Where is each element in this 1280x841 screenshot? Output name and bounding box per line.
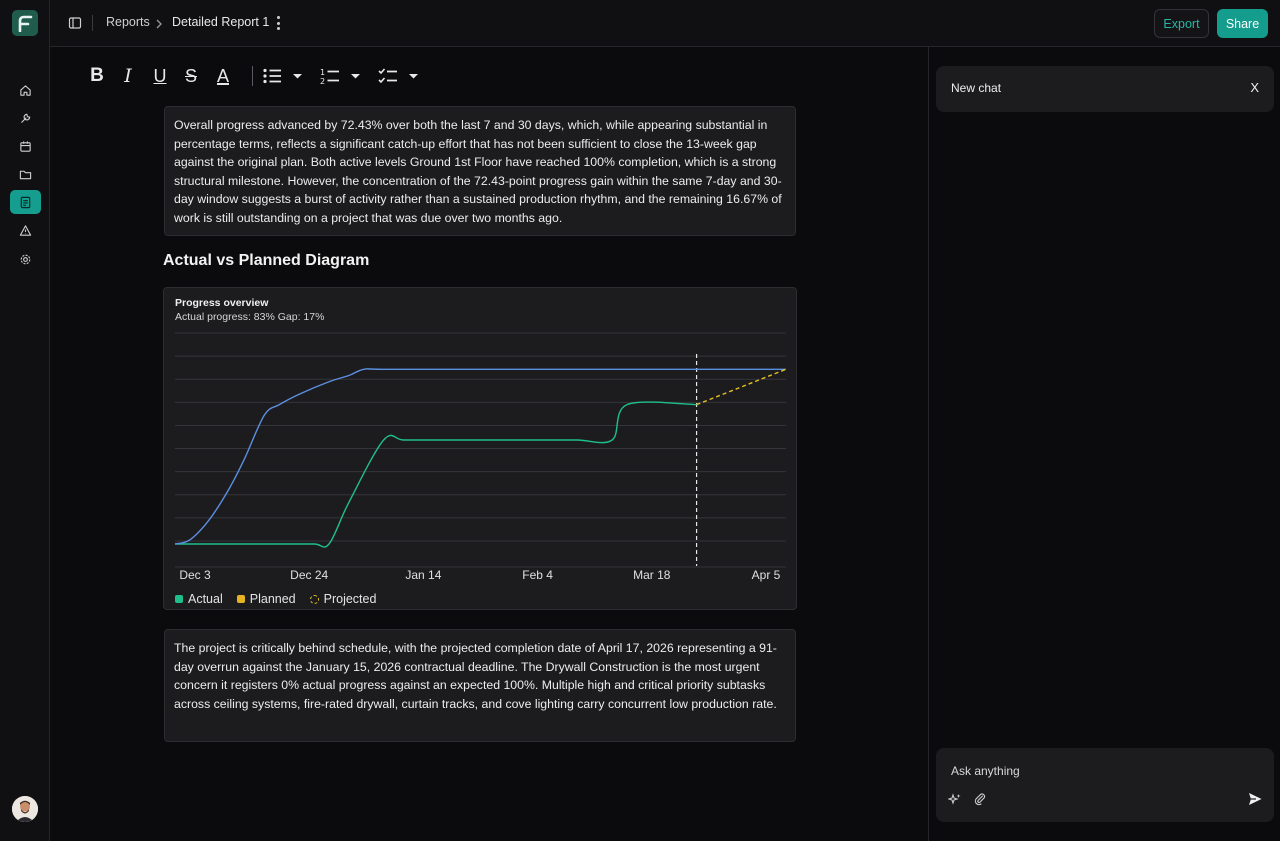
legend-label: Projected [323,592,377,606]
x-tick-label: Feb 4 [522,568,553,582]
attach-icon[interactable] [973,792,987,806]
top-header: Reports Detailed Report 1 Export Share [50,0,1280,47]
legend-label: Planned [249,592,296,606]
app-logo-icon[interactable] [12,10,38,36]
app-root: Reports Detailed Report 1 Export Share B… [0,0,1280,841]
warning-icon[interactable] [10,218,41,242]
numbered-list-button[interactable]: 12 [320,63,362,89]
summary-paragraph: Overall progress advanced by 72.43% over… [174,118,782,225]
legend-item-projected: Projected [309,592,377,606]
sparkles-icon[interactable] [947,792,962,806]
settings-icon[interactable] [10,247,41,271]
checklist-button[interactable] [378,63,420,89]
text-color-button[interactable]: A [212,63,234,89]
italic-button[interactable]: I [118,63,138,89]
avatar[interactable] [12,796,38,822]
chat-input[interactable]: Ask anything [951,764,1020,778]
series-line-actual [174,401,697,548]
sidebar-toggle-icon[interactable] [68,16,82,30]
summary-paragraph-card[interactable]: Overall progress advanced by 72.43% over… [164,106,796,236]
legend-swatch [309,594,319,604]
calendar-icon[interactable] [10,134,41,158]
home-icon[interactable] [10,78,41,102]
send-icon[interactable] [1247,791,1263,807]
strikethrough-button[interactable]: S [180,63,202,89]
report-icon[interactable] [10,190,41,214]
close-chat-button[interactable]: X [1250,80,1259,95]
wrench-icon[interactable] [10,106,41,130]
more-options-icon[interactable] [272,14,284,32]
export-button[interactable]: Export [1154,9,1209,38]
legend-swatch [175,595,183,603]
x-tick-label: Mar 18 [633,568,671,582]
x-tick-label: Jan 14 [405,568,441,582]
legend-item-planned: Planned [236,592,296,606]
chat-input-box[interactable]: Ask anything [936,748,1274,822]
bullet-list-button[interactable] [262,63,304,89]
series-line-projected [696,368,787,406]
bottom-paragraph: The project is critically behind schedul… [174,641,777,711]
chat-panel: New chat X Ask anything [928,47,1280,841]
x-tick-label: Dec 3 [179,568,211,582]
breadcrumb-reports[interactable]: Reports [106,15,150,29]
chevron-right-icon [155,17,163,29]
share-button[interactable]: Share [1217,9,1268,38]
section-title: Actual vs Planned Diagram [163,252,370,269]
chart-legend: Actual Planned Projected [175,592,376,606]
x-tick-label: Apr 5 [752,568,781,582]
numbered-list-icon: 12 [320,68,360,85]
progress-line-chart: Dec 3 Dec 24 Jan 14 Feb 4 Mar 18 Apr 5 [174,332,787,582]
breadcrumb-current: Detailed Report 1 [172,15,270,29]
folder-icon[interactable] [10,162,41,186]
legend-label: Actual [188,592,223,606]
sidebar [0,0,50,841]
svg-text:2: 2 [320,77,325,85]
chat-header: New chat X [936,66,1274,112]
bullet-list-icon [263,68,302,84]
checklist-icon [378,68,418,84]
toolbar-divider [252,66,253,86]
legend-swatch [236,595,245,603]
legend-item-actual: Actual [175,592,223,606]
chat-title: New chat [951,81,1002,95]
header-divider [92,15,93,31]
x-tick-label: Dec 24 [290,568,328,582]
chart-card: Progress overview Actual progress: 83% G… [163,287,797,610]
underline-button[interactable]: U [149,63,171,89]
bold-button[interactable]: B [86,63,108,89]
bottom-paragraph-card[interactable]: The project is critically behind schedul… [164,629,796,742]
svg-text:1: 1 [320,68,325,77]
document-area: B I U S A 12 Overall progress advanced b… [50,47,928,841]
